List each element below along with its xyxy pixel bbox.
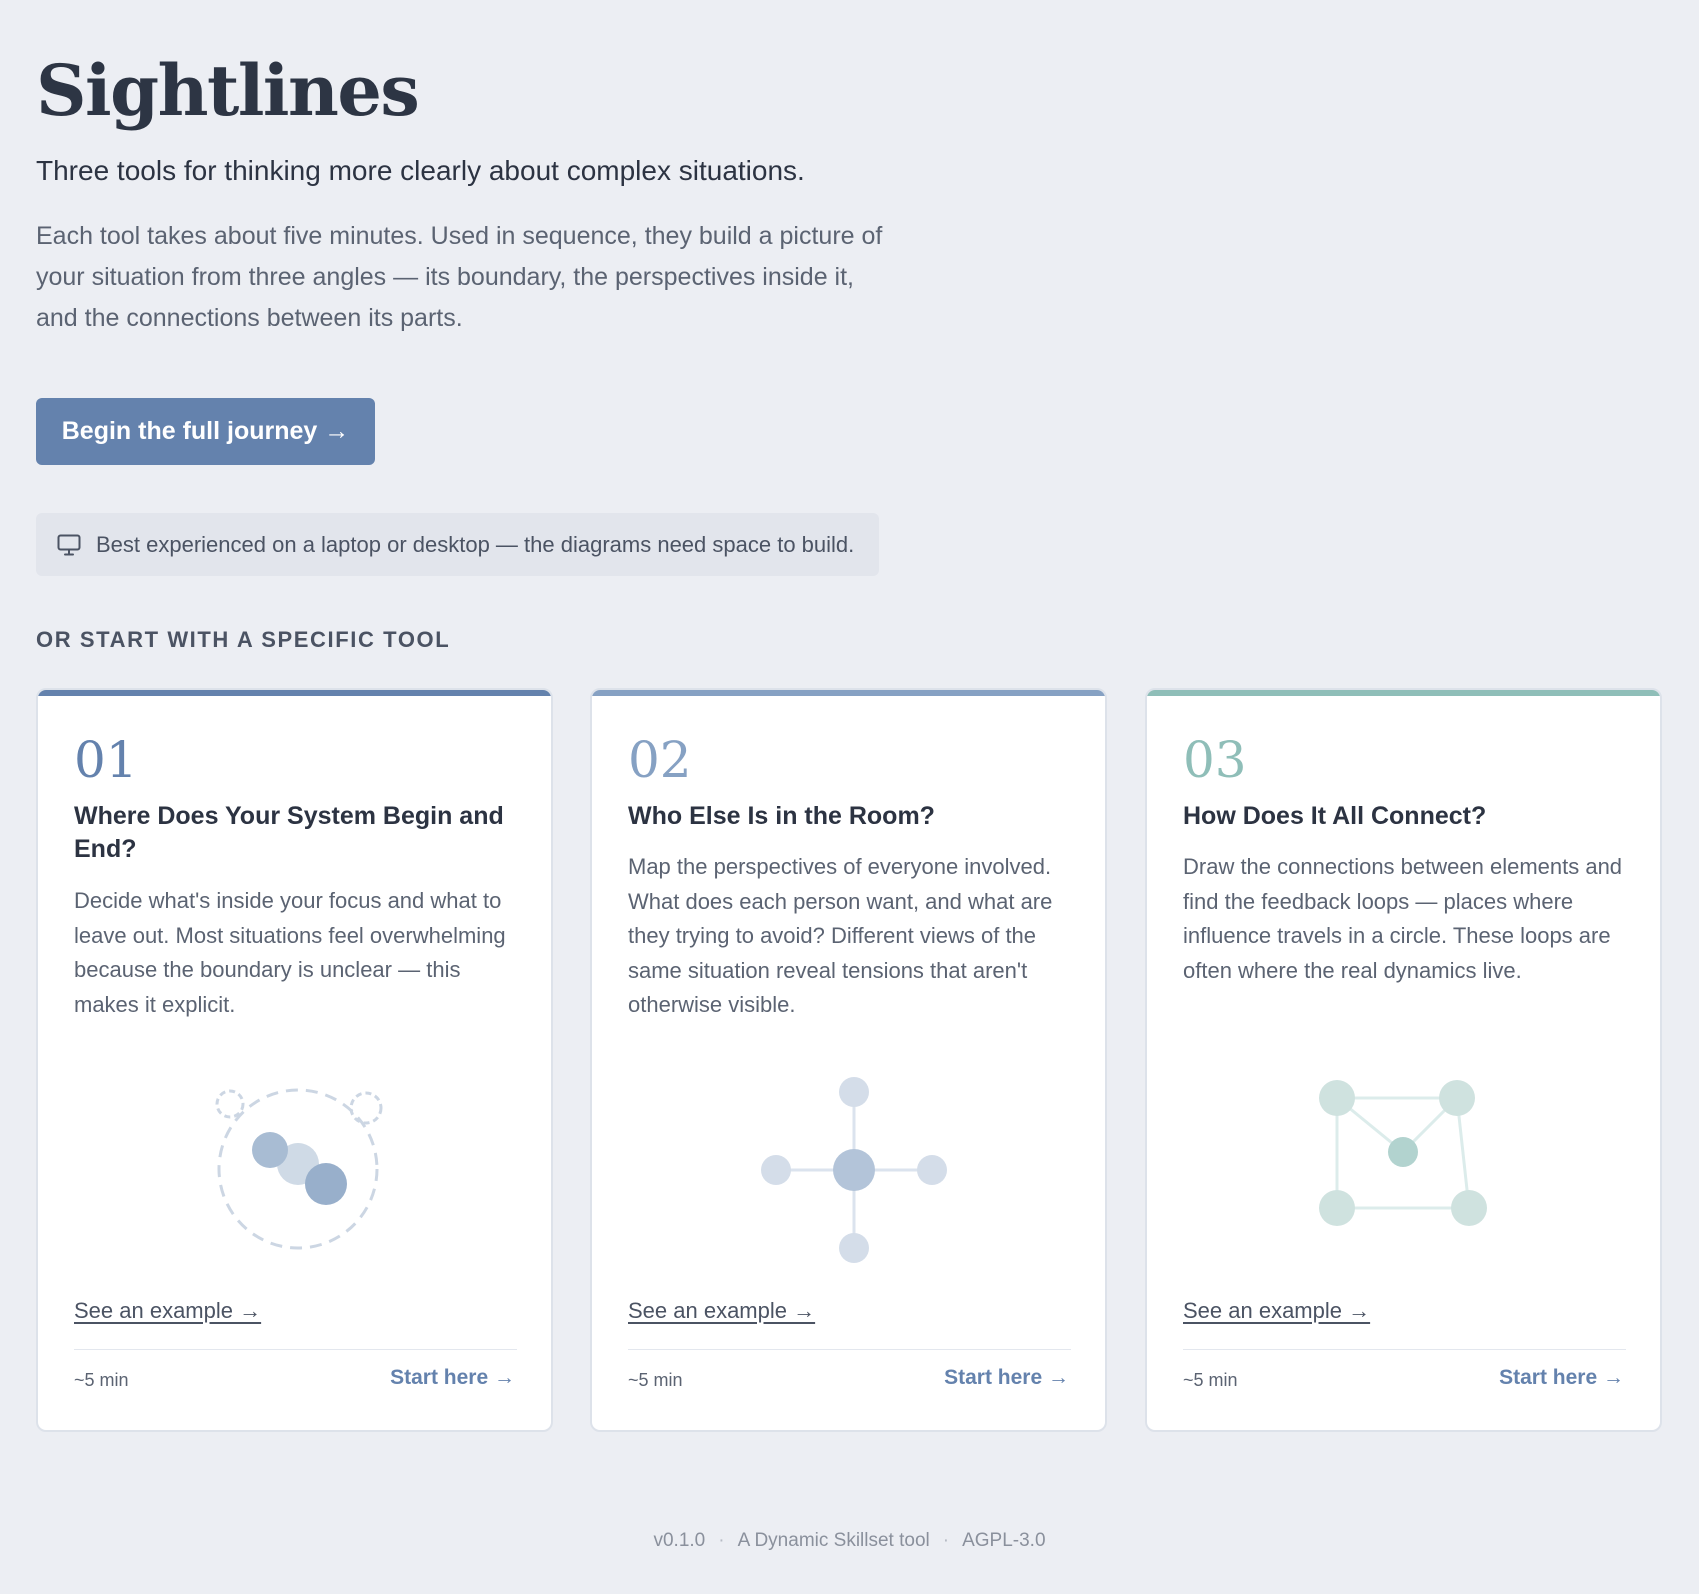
connections-diagram-icon — [1297, 1060, 1517, 1280]
footer-tagline[interactable]: A Dynamic Skillset tool — [738, 1530, 930, 1552]
card-accent-bar — [38, 690, 551, 696]
perspectives-diagram-icon — [742, 1060, 962, 1280]
card-description: Draw the connections between elements an… — [1183, 854, 1623, 983]
see-example-link[interactable]: See an example → — [628, 1298, 815, 1324]
intro-paragraph: Each tool takes about five minutes. Used… — [36, 222, 883, 332]
device-notice-text: Best experienced on a laptop or desktop … — [96, 531, 855, 557]
card-number: 01 — [74, 731, 138, 789]
version-label: v0.1.0 — [653, 1530, 706, 1551]
card-divider — [628, 1349, 1071, 1350]
app-subtitle: Three tools for thinking more clearly ab… — [36, 155, 805, 186]
card-title: Who Else Is in the Room? — [628, 802, 935, 830]
card-number: 02 — [628, 731, 692, 789]
time-estimate: ~5 min — [628, 1370, 683, 1390]
tool-card-boundary[interactable]: 01 Where Does Your System Begin and End?… — [36, 688, 553, 1432]
card-divider — [74, 1349, 517, 1350]
footer-separator: · — [718, 1530, 725, 1551]
tool-card-connections[interactable]: 03 How Does It All Connect? Draw the con… — [1145, 688, 1662, 1432]
start-here-link[interactable]: Start here → — [390, 1366, 515, 1390]
start-here-link[interactable]: Start here → — [1499, 1366, 1624, 1390]
start-here-link[interactable]: Start here → — [944, 1366, 1069, 1390]
footer-separator: · — [942, 1530, 950, 1551]
time-estimate: ~5 min — [74, 1370, 129, 1390]
card-divider — [1183, 1349, 1626, 1350]
device-notice: Best experienced on a laptop or desktop … — [36, 513, 879, 576]
card-description: Map the perspectives of everyone involve… — [628, 854, 1053, 1017]
see-example-link[interactable]: See an example → — [1183, 1298, 1370, 1324]
card-title: Where Does Your System Begin and End? — [74, 802, 504, 863]
card-description: Decide what's inside your focus and what… — [74, 888, 506, 1017]
section-heading: OR START WITH A SPECIFIC TOOL — [36, 627, 451, 652]
monitor-icon — [56, 532, 82, 558]
time-estimate: ~5 min — [1183, 1370, 1238, 1390]
begin-journey-button[interactable]: Begin the full journey → — [36, 398, 375, 465]
tool-card-perspectives[interactable]: 02 Who Else Is in the Room? Map the pers… — [590, 688, 1107, 1432]
card-number: 03 — [1183, 731, 1247, 789]
footer: v0.1.0 · A Dynamic Skillset tool · AGPL-… — [0, 1530, 1699, 1552]
card-accent-bar — [592, 690, 1105, 696]
boundary-diagram-icon — [188, 1060, 408, 1280]
card-title: How Does It All Connect? — [1183, 802, 1487, 830]
see-example-link[interactable]: See an example → — [74, 1298, 261, 1324]
license-label[interactable]: AGPL-3.0 — [962, 1530, 1045, 1552]
app-title: Sightlines — [36, 49, 420, 132]
card-accent-bar — [1147, 690, 1660, 696]
